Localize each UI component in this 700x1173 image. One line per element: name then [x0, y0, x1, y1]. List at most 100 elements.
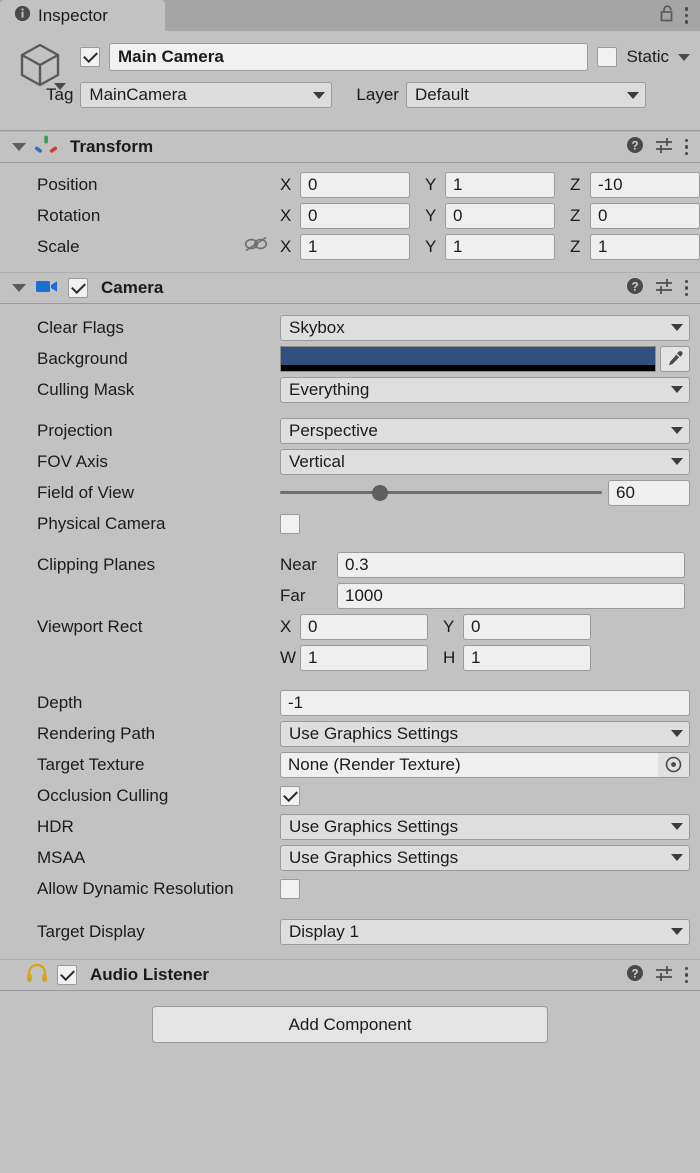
position-label: Position: [37, 174, 98, 194]
camera-row-allow-dynamic-resolution: Allow Dynamic Resolution: [0, 873, 700, 904]
kebab-menu-icon[interactable]: [684, 138, 688, 156]
svg-text:?: ?: [631, 140, 638, 152]
camera-row-occlusion-culling: Occlusion Culling: [0, 780, 700, 811]
position-z-axis-label: Z: [570, 174, 581, 194]
add-component-button[interactable]: Add Component: [152, 1006, 548, 1043]
broken-link-icon[interactable]: [244, 236, 280, 257]
scale-z-axis-label: Z: [570, 236, 581, 256]
slider-track[interactable]: [280, 484, 602, 501]
svg-text:?: ?: [631, 968, 638, 980]
target-texture-value: None (Render Texture): [288, 754, 461, 774]
object-picker-icon[interactable]: [658, 752, 689, 777]
field-of-view-slider[interactable]: [280, 484, 602, 501]
info-icon: [14, 5, 31, 27]
static-dropdown-icon[interactable]: [678, 53, 690, 61]
camera-row-physical-camera: Physical Camera: [0, 508, 700, 539]
clipping-far-input[interactable]: 1000: [337, 582, 685, 609]
depth-input[interactable]: -1: [280, 689, 690, 716]
clipping-far-label: Far: [280, 585, 306, 605]
preset-sliders-icon[interactable]: [655, 136, 674, 159]
component-body-camera: Clear Flags Skybox Background Culling Ma…: [0, 304, 700, 959]
chevron-down-icon: [313, 91, 326, 99]
hdr-label: HDR: [37, 816, 74, 836]
help-circle-icon[interactable]: ?: [626, 277, 644, 300]
component-header-camera[interactable]: Camera ?: [0, 272, 700, 304]
component-header-audio-listener[interactable]: Audio Listener ?: [0, 959, 700, 991]
allow-dynamic-resolution-checkbox[interactable]: [280, 878, 300, 899]
eyedropper-icon[interactable]: [660, 345, 690, 372]
tab-inspector[interactable]: Inspector: [0, 0, 165, 31]
camera-row-target-display: Target Display Display 1: [0, 916, 700, 947]
position-y-input[interactable]: 1: [445, 171, 555, 198]
rendering-path-dropdown[interactable]: Use Graphics Settings: [280, 720, 690, 747]
culling-mask-dropdown[interactable]: Everything: [280, 376, 690, 403]
clear-flags-dropdown[interactable]: Skybox: [280, 314, 690, 341]
rotation-x-axis-label: X: [280, 205, 292, 225]
component-header-transform[interactable]: Transform ?: [0, 131, 700, 163]
tab-inspector-label: Inspector: [38, 5, 108, 25]
camera-enabled-checkbox[interactable]: [68, 278, 88, 298]
unlocked-padlock-icon[interactable]: [659, 4, 675, 28]
scale-y-input[interactable]: 1: [445, 233, 555, 260]
camera-row-background: Background: [0, 343, 700, 374]
camera-row-clear-flags: Clear Flags Skybox: [0, 312, 700, 343]
camera-row-clipping-near: Clipping Planes Near 0.3: [0, 549, 700, 580]
chevron-down-icon: [671, 458, 683, 465]
camera-row-viewport-xy: Viewport Rect X 0 Y 0: [0, 611, 700, 642]
fov-axis-dropdown[interactable]: Vertical: [280, 448, 690, 475]
target-texture-objectfield[interactable]: None (Render Texture): [280, 751, 690, 778]
clipping-near-input[interactable]: 0.3: [337, 551, 685, 578]
viewport-y-input[interactable]: 0: [463, 613, 591, 640]
static-checkbox[interactable]: [597, 47, 618, 67]
background-color-swatch[interactable]: [280, 345, 656, 372]
kebab-menu-icon[interactable]: [684, 7, 688, 24]
rotation-x-input[interactable]: 0: [300, 202, 410, 229]
inspector-tab-bar: Inspector: [0, 0, 700, 31]
hdr-dropdown[interactable]: Use Graphics Settings: [280, 813, 690, 840]
scale-x-input[interactable]: 1: [300, 233, 410, 260]
transform-row-scale: Scale X 1 Y 1 Z 1: [0, 231, 700, 262]
kebab-menu-icon[interactable]: [684, 279, 688, 297]
tag-dropdown[interactable]: MainCamera: [80, 82, 333, 108]
rendering-path-label: Rendering Path: [37, 723, 156, 743]
layer-dropdown[interactable]: Default: [405, 82, 646, 108]
preset-sliders-icon[interactable]: [655, 964, 674, 987]
position-z-input[interactable]: -10: [590, 171, 700, 198]
object-name-input[interactable]: Main Camera: [109, 43, 589, 71]
foldout-arrow-icon[interactable]: [12, 284, 26, 292]
scale-z-input[interactable]: 1: [590, 233, 700, 260]
viewport-x-input[interactable]: 0: [300, 613, 428, 640]
occlusion-culling-checkbox[interactable]: [280, 785, 300, 806]
viewport-h-label: H: [443, 647, 456, 667]
help-circle-icon[interactable]: ?: [626, 136, 644, 159]
chevron-down-icon: [671, 427, 683, 434]
scale-y-axis-label: Y: [425, 236, 437, 256]
svg-text:?: ?: [631, 281, 638, 293]
slider-knob[interactable]: [371, 484, 388, 501]
position-x-input[interactable]: 0: [300, 171, 410, 198]
msaa-dropdown[interactable]: Use Graphics Settings: [280, 844, 690, 871]
audio-listener-enabled-checkbox[interactable]: [57, 965, 77, 985]
clipping-planes-label: Clipping Planes: [37, 554, 156, 574]
tag-layer-row: Tag MainCamera Layer Default: [46, 81, 690, 109]
tag-value: MainCamera: [89, 85, 187, 104]
foldout-arrow-icon[interactable]: [12, 143, 26, 151]
rotation-z-input[interactable]: 0: [590, 202, 700, 229]
viewport-h-input[interactable]: 1: [463, 644, 591, 671]
projection-dropdown[interactable]: Perspective: [280, 417, 690, 444]
projection-value: Perspective: [289, 420, 378, 440]
preset-sliders-icon[interactable]: [655, 277, 674, 300]
tab-bar-actions: [659, 0, 700, 31]
object-enabled-checkbox[interactable]: [80, 47, 100, 67]
field-of-view-input[interactable]: 60: [608, 479, 690, 506]
target-display-dropdown[interactable]: Display 1: [280, 918, 690, 945]
kebab-menu-icon[interactable]: [684, 966, 688, 984]
help-circle-icon[interactable]: ?: [626, 964, 644, 987]
viewport-w-input[interactable]: 1: [300, 644, 428, 671]
physical-camera-checkbox[interactable]: [280, 513, 300, 534]
chevron-down-icon: [626, 91, 639, 99]
chevron-down-icon: [671, 386, 683, 393]
position-y-axis-label: Y: [425, 174, 437, 194]
component-actions-transform: ?: [626, 136, 700, 159]
rotation-y-input[interactable]: 0: [445, 202, 555, 229]
